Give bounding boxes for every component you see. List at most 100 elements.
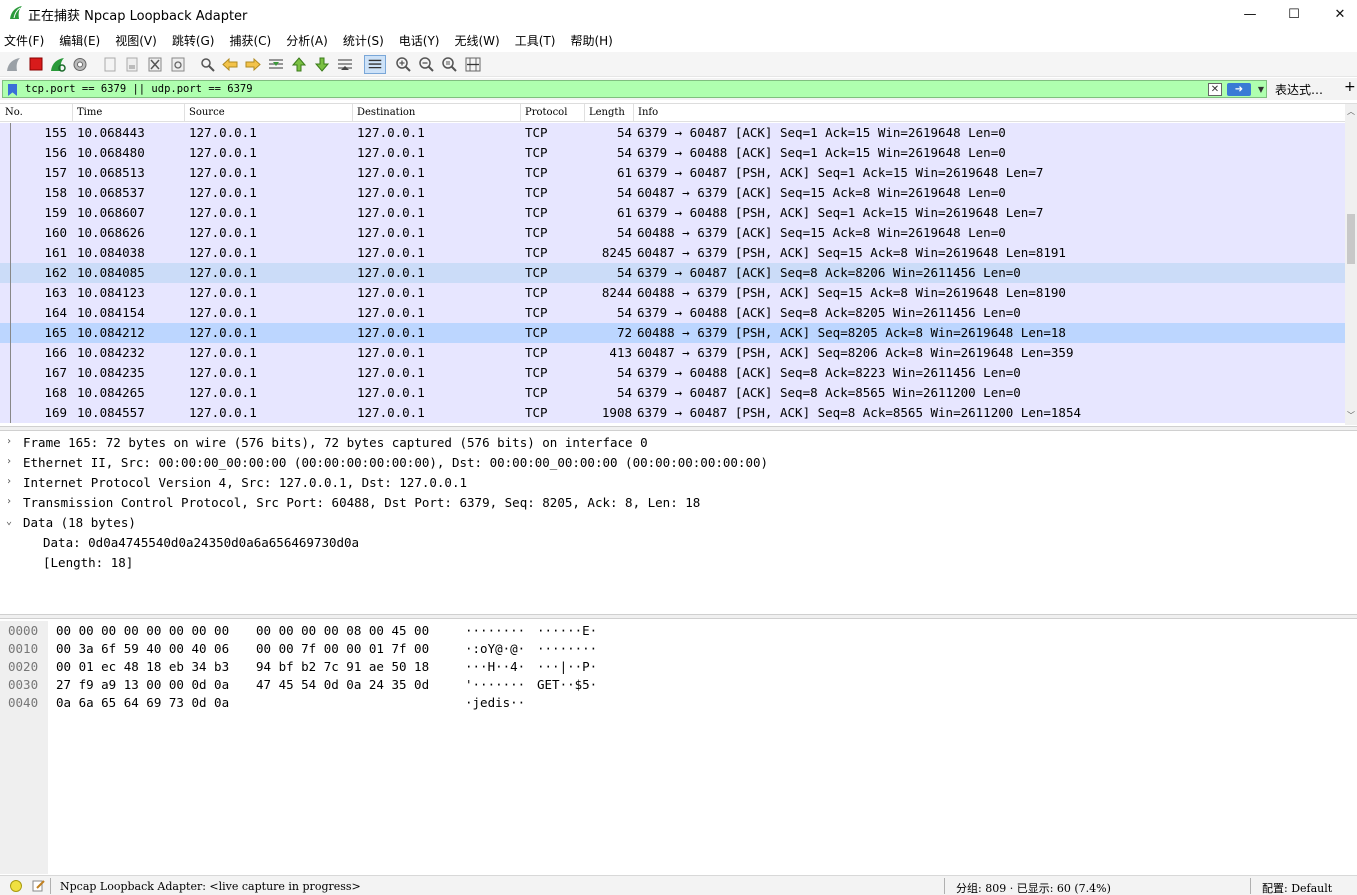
restart-capture-icon[interactable] — [49, 56, 67, 73]
column-header-length[interactable]: Length — [589, 107, 625, 118]
menu-wireless[interactable]: 无线(W) — [455, 30, 500, 51]
detail-tree-item[interactable]: › Internet Protocol Version 4, Src: 127.0… — [0, 473, 1357, 493]
chevron-right-icon[interactable]: › — [6, 496, 12, 507]
scroll-up-icon[interactable]: ︿ — [1347, 106, 1355, 117]
menu-edit[interactable]: 编辑(E) — [59, 30, 100, 51]
column-divider[interactable] — [72, 104, 73, 122]
column-divider[interactable] — [584, 104, 585, 122]
maximize-button[interactable]: ☐ — [1271, 0, 1317, 28]
bytes-line[interactable]: 0010 00 3a 6f 59 40 00 40 06 00 00 7f 00 0… — [0, 640, 700, 658]
packet-row[interactable]: 157 10.068513 127.0.0.1 127.0.0.1 TCP 61 6379 … — [0, 163, 1345, 183]
reload-file-icon[interactable] — [169, 56, 187, 73]
colorize-list-icon[interactable] — [364, 55, 386, 74]
menu-tools[interactable]: 工具(T) — [515, 30, 556, 51]
go-last-packet-icon[interactable] — [313, 56, 331, 73]
chevron-down-icon[interactable]: ⌄ — [6, 516, 12, 527]
column-header-info[interactable]: Info — [638, 107, 658, 118]
packet-row[interactable]: 165 10.084212 127.0.0.1 127.0.0.1 TCP 72 60488… — [0, 323, 1345, 343]
packet-row[interactable]: 158 10.068537 127.0.0.1 127.0.0.1 TCP 54 60487… — [0, 183, 1345, 203]
bytes-line[interactable]: 0030 27 f9 a9 13 00 00 0d 0a 47 45 54 0d 0… — [0, 676, 700, 694]
packet-row[interactable]: 155 10.068443 127.0.0.1 127.0.0.1 TCP 54 6379 … — [0, 123, 1345, 143]
packet-row[interactable]: 166 10.084232 127.0.0.1 127.0.0.1 TCP 413 6048… — [0, 343, 1345, 363]
column-header-protocol[interactable]: Protocol — [525, 107, 567, 118]
detail-tree-item[interactable]: › Ethernet II, Src: 00:00:00_00:00:00 (00… — [0, 453, 1357, 473]
menu-telephony[interactable]: 电话(Y) — [399, 30, 440, 51]
packet-row[interactable]: 161 10.084038 127.0.0.1 127.0.0.1 TCP 8245 604… — [0, 243, 1345, 263]
open-file-icon[interactable] — [101, 56, 119, 73]
packet-row[interactable]: 156 10.068480 127.0.0.1 127.0.0.1 TCP 54 6379 … — [0, 143, 1345, 163]
packet-destination: 127.0.0.1 — [357, 405, 425, 420]
packet-row[interactable]: 159 10.068607 127.0.0.1 127.0.0.1 TCP 61 6379 … — [0, 203, 1345, 223]
column-divider[interactable] — [520, 104, 521, 122]
detail-tree-item[interactable]: › Transmission Control Protocol, Src Port… — [0, 493, 1357, 513]
zoom-in-icon[interactable] — [395, 56, 413, 73]
column-header-destination[interactable]: Destination — [357, 107, 415, 118]
zoom-normal-icon[interactable] — [441, 56, 459, 73]
packet-bytes-pane[interactable]: 0000 00 00 00 00 00 00 00 00 00 00 00 00 0… — [0, 621, 1357, 874]
capture-comment-icon[interactable] — [32, 879, 45, 892]
menu-go[interactable]: 跳转(G) — [172, 30, 215, 51]
column-divider[interactable] — [352, 104, 353, 122]
chevron-right-icon[interactable]: › — [6, 436, 12, 447]
stop-capture-icon[interactable] — [27, 56, 45, 73]
filter-history-dropdown-icon[interactable]: ▼ — [1255, 83, 1267, 96]
menu-capture[interactable]: 捕获(C) — [229, 30, 271, 51]
apply-filter-icon[interactable]: ➜ — [1227, 83, 1251, 96]
add-filter-button-icon[interactable]: + — [1344, 79, 1356, 95]
packet-row[interactable]: 164 10.084154 127.0.0.1 127.0.0.1 TCP 54 6379 … — [0, 303, 1345, 323]
menu-analyze[interactable]: 分析(A) — [286, 30, 328, 51]
go-to-packet-icon[interactable] — [267, 56, 285, 73]
menu-file[interactable]: 文件(F) — [4, 30, 44, 51]
expression-button[interactable]: 表达式… — [1275, 81, 1323, 98]
column-divider[interactable] — [184, 104, 185, 122]
packet-row[interactable]: 163 10.084123 127.0.0.1 127.0.0.1 TCP 8244 604… — [0, 283, 1345, 303]
resize-columns-icon[interactable] — [464, 56, 482, 73]
packet-list-pane[interactable]: No. Time Source Destination Protocol Len… — [0, 103, 1357, 425]
packet-row[interactable]: 160 10.068626 127.0.0.1 127.0.0.1 TCP 54 60488… — [0, 223, 1345, 243]
menu-statistics[interactable]: 统计(S) — [343, 30, 384, 51]
bytes-line[interactable]: 0040 0a 6a 65 64 69 73 0d 0a ·jedis·· — [0, 694, 700, 712]
find-packet-icon[interactable] — [199, 56, 217, 73]
column-divider[interactable] — [633, 104, 634, 122]
packet-row[interactable]: 168 10.084265 127.0.0.1 127.0.0.1 TCP 54 6379 … — [0, 383, 1345, 403]
chevron-right-icon[interactable]: › — [6, 456, 12, 467]
chevron-right-icon[interactable]: › — [6, 476, 12, 487]
detail-tree-item[interactable]: Data: 0d0a4745540d0a24350d0a6a656469730d… — [0, 533, 1357, 553]
display-filter-value[interactable]: tcp.port == 6379 || udp.port == 6379 — [25, 83, 253, 95]
close-button[interactable]: ✕ — [1317, 0, 1357, 28]
packet-details-pane[interactable]: › Frame 165: 72 bytes on wire (576 bits),… — [0, 432, 1357, 614]
close-file-icon[interactable] — [146, 56, 164, 73]
packet-row[interactable]: 162 10.084085 127.0.0.1 127.0.0.1 TCP 54 6379 … — [0, 263, 1345, 283]
detail-tree-item[interactable]: [Length: 18] — [0, 553, 1357, 573]
column-header-source[interactable]: Source — [189, 107, 225, 118]
menu-help[interactable]: 帮助(H) — [570, 30, 612, 51]
detail-tree-item[interactable]: › Frame 165: 72 bytes on wire (576 bits),… — [0, 433, 1357, 453]
expert-info-led-icon[interactable] — [10, 880, 22, 892]
detail-tree-item[interactable]: ⌄ Data (18 bytes) — [0, 513, 1357, 533]
bookmark-icon[interactable] — [8, 84, 17, 96]
clear-filter-icon[interactable]: ✕ — [1208, 83, 1222, 96]
scroll-down-icon[interactable]: ﹀ — [1347, 410, 1355, 421]
column-header-time[interactable]: Time — [77, 107, 102, 118]
go-first-packet-icon[interactable] — [290, 56, 308, 73]
go-back-icon[interactable] — [221, 56, 239, 73]
start-capture-icon[interactable] — [5, 56, 23, 73]
pane-splitter-bottom[interactable] — [0, 614, 1357, 619]
minimize-button[interactable]: — — [1227, 0, 1273, 28]
pane-splitter-top[interactable] — [0, 426, 1357, 431]
packet-row[interactable]: 169 10.084557 127.0.0.1 127.0.0.1 TCP 1908 637… — [0, 403, 1345, 423]
auto-scroll-icon[interactable] — [336, 56, 354, 73]
display-filter-input[interactable]: tcp.port == 6379 || udp.port == 6379 ✕ ➜… — [2, 80, 1267, 98]
packet-list-scrollbar[interactable]: ︿ ﹀ — [1345, 104, 1357, 425]
zoom-out-icon[interactable] — [418, 56, 436, 73]
capture-options-icon[interactable] — [71, 56, 89, 73]
bytes-line[interactable]: 0000 00 00 00 00 00 00 00 00 00 00 00 00 0… — [0, 622, 700, 640]
menu-view[interactable]: 视图(V) — [115, 30, 157, 51]
go-forward-icon[interactable] — [244, 56, 262, 73]
profile-text[interactable]: 配置: Default — [1262, 880, 1332, 895]
save-file-icon[interactable] — [123, 56, 141, 73]
column-header-no[interactable]: No. — [5, 107, 23, 118]
packet-list-scroll-thumb[interactable] — [1347, 214, 1355, 264]
packet-row[interactable]: 167 10.084235 127.0.0.1 127.0.0.1 TCP 54 6379 … — [0, 363, 1345, 383]
bytes-line[interactable]: 0020 00 01 ec 48 18 eb 34 b3 94 bf b2 7c 9… — [0, 658, 700, 676]
